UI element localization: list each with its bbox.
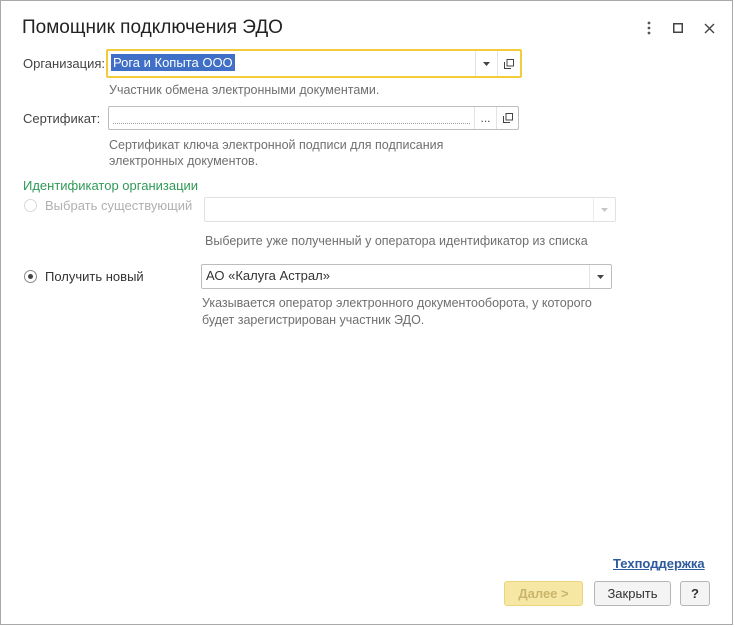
operator-hint-line1: Указывается оператор электронного докуме…	[202, 296, 592, 310]
radio-get-new-label[interactable]: Получить новый	[45, 269, 144, 284]
radio-selected-dot	[28, 274, 33, 279]
organization-label: Организация:	[23, 56, 106, 71]
operator-hint-line2: будет зарегистрирован участник ЭДО.	[202, 313, 425, 327]
close-icon[interactable]	[698, 15, 720, 41]
existing-identifier-dropdown-button[interactable]	[593, 198, 615, 221]
certificate-hint-line2: электронных документов.	[109, 154, 259, 168]
support-link[interactable]: Техподдержка	[613, 556, 705, 571]
certificate-select-button[interactable]: ...	[474, 107, 496, 129]
certificate-field[interactable]: ...	[108, 106, 519, 130]
organization-hint: Участник обмена электронными документами…	[109, 83, 380, 97]
existing-identifier-field[interactable]	[204, 197, 616, 222]
radio-choose-existing[interactable]	[24, 199, 37, 212]
certificate-hint-line1: Сертификат ключа электронной подписи для…	[109, 138, 444, 152]
maximize-icon[interactable]	[667, 15, 689, 41]
chevron-down-icon	[597, 274, 604, 279]
existing-identifier-hint: Выберите уже полученный у оператора иден…	[205, 234, 588, 248]
certificate-input-underline	[113, 123, 470, 124]
operator-dropdown-button[interactable]	[589, 265, 611, 288]
organization-field[interactable]: Рога и Копыта ООО	[106, 49, 522, 78]
help-button[interactable]: ?	[680, 581, 710, 606]
radio-get-new[interactable]	[24, 270, 37, 283]
close-button[interactable]: Закрыть	[594, 581, 671, 606]
chevron-down-icon	[483, 61, 490, 66]
radio-choose-existing-label[interactable]: Выбрать существующий	[45, 198, 192, 213]
operator-value[interactable]: АО «Калуга Астрал»	[206, 268, 330, 283]
open-form-icon	[502, 113, 513, 123]
identifier-section-title: Идентификатор организации	[23, 178, 199, 193]
dialog-window: Помощник подключения ЭДО Организация: Ро…	[0, 0, 733, 625]
chevron-down-icon	[601, 207, 608, 212]
open-form-icon	[503, 58, 514, 69]
more-icon[interactable]	[638, 15, 660, 41]
organization-open-button[interactable]	[497, 51, 519, 76]
operator-field[interactable]: АО «Калуга Астрал»	[201, 264, 612, 289]
certificate-open-button[interactable]	[496, 107, 518, 129]
organization-value[interactable]: Рога и Копыта ООО	[111, 54, 235, 71]
organization-dropdown-button[interactable]	[475, 51, 497, 76]
certificate-label: Сертификат:	[23, 111, 101, 126]
window-title: Помощник подключения ЭДО	[22, 17, 283, 38]
next-button[interactable]: Далее >	[504, 581, 583, 606]
